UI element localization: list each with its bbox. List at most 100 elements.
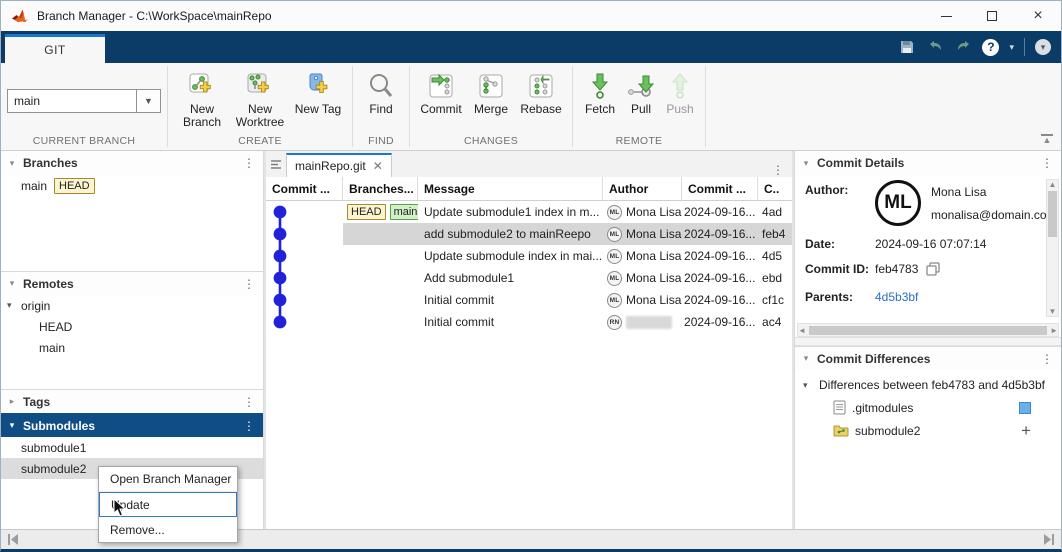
- collapse-caret-icon[interactable]: ▾: [1, 278, 23, 289]
- collapse-caret-icon[interactable]: ▾: [795, 353, 817, 364]
- new-worktree-button[interactable]: New Worktree: [232, 69, 288, 132]
- commit-date-value: 2024-09-16 07:07:14: [875, 237, 986, 251]
- menu-item-open-branch-manager[interactable]: Open Branch Manager: [99, 467, 237, 492]
- table-row[interactable]: Initial commitMLMona Lisa2024-09-16...cf…: [266, 289, 792, 311]
- document-bar-menu-icon[interactable]: [266, 151, 286, 177]
- added-status-icon: +: [1021, 422, 1031, 439]
- horizontal-scrollbar[interactable]: ◄ ►: [797, 323, 1059, 337]
- undo-icon[interactable]: [926, 38, 944, 56]
- message-cell: Initial commit: [418, 289, 603, 311]
- column-header-commit-date[interactable]: Commit ...: [682, 177, 758, 200]
- pull-button[interactable]: Pull: [623, 69, 659, 118]
- expand-caret-icon[interactable]: ▾: [7, 300, 21, 311]
- column-header-commit-id[interactable]: C..: [758, 177, 792, 200]
- parent-commit-link[interactable]: 4d5b3bf: [875, 290, 918, 304]
- remotes-menu-icon[interactable]: ⋮: [243, 277, 255, 291]
- branches-section-header[interactable]: ▾ Branches ⋮: [1, 151, 263, 175]
- column-header-commit-graph[interactable]: Commit ...: [266, 177, 343, 200]
- commit-graph-cell: [266, 289, 343, 311]
- remotes-section-header[interactable]: ▾ Remotes ⋮: [1, 271, 263, 295]
- branch-item-main[interactable]: main HEAD: [1, 175, 263, 196]
- find-button[interactable]: Find: [359, 69, 403, 118]
- remote-ref-main[interactable]: main: [1, 337, 263, 358]
- help-dropdown-caret-icon[interactable]: ▾: [1009, 42, 1014, 53]
- collapse-caret-icon[interactable]: ▾: [1, 420, 23, 431]
- toolstrip-options-caret-icon[interactable]: ▾: [1035, 39, 1051, 55]
- commit-differences-menu-icon[interactable]: ⋮: [1041, 352, 1053, 366]
- menu-item-remove[interactable]: Remove...: [99, 517, 237, 542]
- current-branch-combo[interactable]: main ▼: [7, 89, 161, 113]
- vertical-scrollbar[interactable]: ▲ ▼: [1046, 179, 1059, 317]
- redacted-author: [626, 316, 672, 329]
- tab-close-icon[interactable]: ✕: [373, 159, 383, 173]
- commit-details-header[interactable]: ▾ Commit Details ⋮: [795, 151, 1061, 175]
- commit-id-value: feb4783: [875, 262, 918, 279]
- scrollbar-thumb[interactable]: [809, 326, 1047, 335]
- table-row[interactable]: Update submodule index in mai...MLMona L…: [266, 245, 792, 267]
- expand-caret-icon[interactable]: ▸: [1, 396, 23, 407]
- collapse-caret-icon[interactable]: ▾: [803, 380, 819, 391]
- push-button: Push: [661, 69, 699, 118]
- new-tag-button[interactable]: New Tag: [290, 69, 346, 118]
- table-row[interactable]: HEADmainUpdate submodule1 index in m...M…: [266, 201, 792, 223]
- document-tab-menu-icon[interactable]: ⋮: [772, 163, 784, 177]
- scrollbar-thumb[interactable]: [1048, 191, 1057, 237]
- tab-mainrepo-git[interactable]: mainRepo.git ✕: [286, 153, 392, 177]
- differences-group-row[interactable]: ▾ Differences between feb4783 and 4d5b3b…: [795, 374, 1061, 396]
- tags-section-header[interactable]: ▸ Tags ⋮: [1, 389, 263, 413]
- collapse-caret-icon[interactable]: ▾: [1, 158, 23, 169]
- minimize-button[interactable]: [923, 1, 969, 31]
- commit-history-panel: mainRepo.git ✕ ⋮ Commit ... Branches... …: [266, 151, 792, 529]
- collapse-toolstrip-icon[interactable]: ▲: [1041, 134, 1053, 144]
- branch-badge-head: HEAD: [347, 204, 386, 220]
- copy-icon[interactable]: [926, 262, 940, 279]
- column-header-branches[interactable]: Branches...: [343, 177, 418, 200]
- help-icon[interactable]: ?: [982, 39, 999, 56]
- tab-git[interactable]: GIT: [5, 34, 105, 63]
- commit-button[interactable]: Commit: [416, 69, 466, 118]
- submodules-menu-icon[interactable]: ⋮: [243, 419, 255, 433]
- commit-differences-header[interactable]: ▾ Commit Differences ⋮: [795, 346, 1061, 370]
- scroll-right-icon[interactable]: ►: [1050, 326, 1058, 335]
- scroll-left-icon[interactable]: ◄: [798, 326, 806, 335]
- redo-icon[interactable]: [954, 38, 972, 56]
- collapse-caret-icon[interactable]: ▾: [795, 158, 817, 169]
- author-name: Mona Lisa: [626, 271, 682, 285]
- remote-item-origin[interactable]: ▾ origin: [1, 295, 263, 316]
- collapse-left-icon[interactable]: [7, 534, 19, 545]
- commit-id-cell: ac4: [758, 311, 792, 333]
- rebase-button[interactable]: Rebase: [516, 69, 566, 118]
- tags-menu-icon[interactable]: ⋮: [243, 395, 255, 409]
- commit-details-menu-icon[interactable]: ⋮: [1041, 156, 1053, 170]
- table-row[interactable]: Add submodule1MLMona Lisa2024-09-16...eb…: [266, 267, 792, 289]
- merge-button[interactable]: Merge: [468, 69, 514, 118]
- scroll-down-icon[interactable]: ▼: [1049, 307, 1057, 316]
- branches-menu-icon[interactable]: ⋮: [243, 156, 255, 170]
- title-bar: Branch Manager - C:\WorkSpace\mainRepo ×: [1, 1, 1061, 31]
- commit-icon: [426, 71, 456, 101]
- diff-file-submodule2[interactable]: submodule2 +: [795, 419, 1061, 442]
- fetch-button[interactable]: Fetch: [579, 69, 621, 118]
- maximize-button[interactable]: [969, 1, 1015, 31]
- current-branch-value[interactable]: main: [7, 89, 137, 113]
- table-row[interactable]: add submodule2 to mainReepoMLMona Lisa20…: [266, 223, 792, 245]
- new-branch-button[interactable]: New Branch: [174, 69, 230, 132]
- group-changes: Commit Merge: [410, 63, 572, 150]
- collapse-right-icon[interactable]: [1043, 534, 1055, 545]
- close-button[interactable]: ×: [1015, 1, 1061, 31]
- column-header-message[interactable]: Message: [418, 177, 603, 200]
- current-branch-dropdown-caret-icon[interactable]: ▼: [137, 89, 161, 113]
- scroll-up-icon[interactable]: ▲: [1049, 180, 1057, 189]
- message-cell: Update submodule1 index in m...: [418, 201, 603, 223]
- commit-graph-cell: [266, 223, 343, 245]
- table-row[interactable]: Initial commitRN2024-09-16...ac4: [266, 311, 792, 333]
- diff-file-gitmodules[interactable]: .gitmodules: [795, 396, 1061, 419]
- submodules-section-header[interactable]: ▾ Submodules ⋮: [1, 413, 263, 437]
- commit-table-body: HEADmainUpdate submodule1 index in m...M…: [266, 201, 792, 529]
- save-icon[interactable]: [898, 38, 916, 56]
- submodule-item-submodule1[interactable]: submodule1: [1, 437, 263, 458]
- column-header-author[interactable]: Author: [603, 177, 682, 200]
- qat-separator: [1024, 38, 1025, 56]
- remote-ref-head[interactable]: HEAD: [1, 316, 263, 337]
- commit-table-header: Commit ... Branches... Message Author Co…: [266, 177, 792, 201]
